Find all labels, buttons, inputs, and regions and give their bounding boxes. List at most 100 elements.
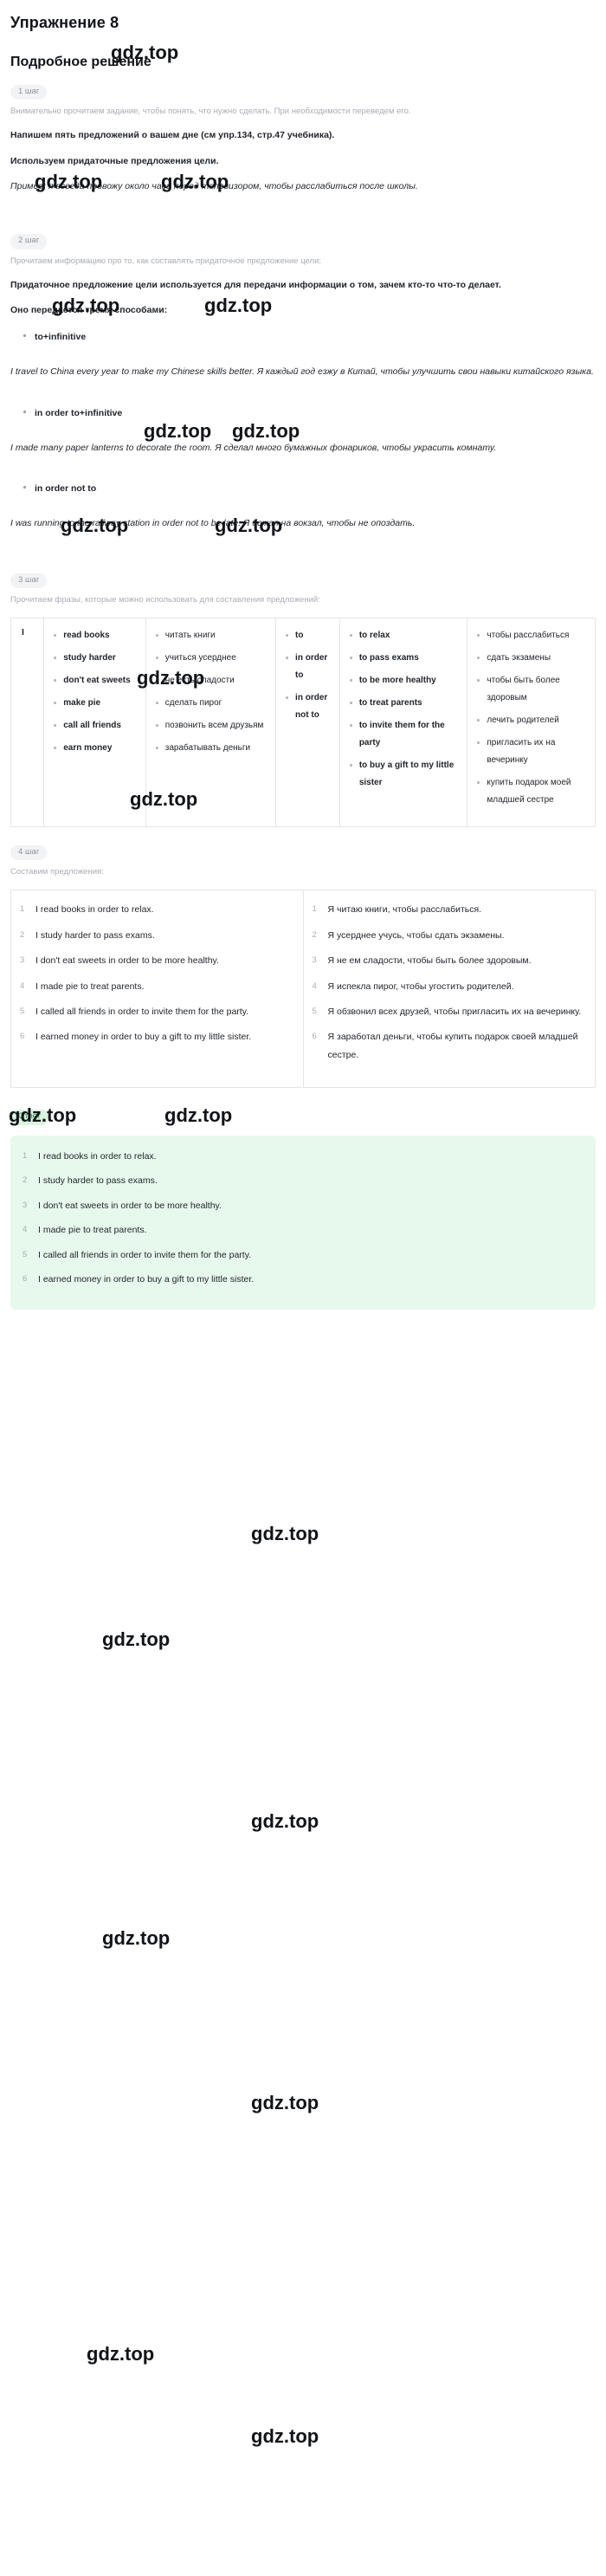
list-item: in order not to — [286, 689, 334, 724]
list-item: to buy a gift to my little sister — [349, 757, 462, 792]
list-item: Я усерднее учусь, чтобы сдать экзамены. — [313, 928, 505, 944]
list-item: to relax — [349, 627, 462, 644]
step-2-chip: 2 шаг — [10, 234, 48, 249]
answer-chip: Ответ — [10, 1110, 48, 1125]
table-row: I read books study harder don't eat swee… — [10, 618, 596, 827]
sentences-table: I read books in order to relax. I study … — [10, 890, 596, 1089]
watermark-14: gdz.top — [102, 1628, 171, 1650]
list-item: to treat parents — [349, 695, 462, 712]
list-item: make pie — [54, 695, 140, 712]
step-4-note: Составим предложения: — [10, 867, 104, 877]
list-item: I read books in order to relax. — [20, 902, 154, 918]
method-bullet-1: in order to+infinitive — [0, 381, 606, 423]
list-item: I don't eat sweets in order to be more h… — [20, 953, 219, 969]
step-1-paragraph-2: Используем придаточные предложения цели. — [10, 155, 219, 166]
step-1-paragraph-1: Напишем пять предложений о вашем дне (см… — [10, 130, 335, 141]
list-item: I study harder to pass exams. — [23, 1173, 158, 1189]
list-item: earn money — [54, 740, 140, 757]
list-item: Я испекла пирог, чтобы угостить родителе… — [313, 979, 514, 995]
step-1-note: Внимательно прочитаем задание, чтобы пон… — [10, 107, 411, 117]
answer-list: I read books in order to relax. I study … — [23, 1148, 583, 1289]
step-3-note: Прочитаем фразы, которые можно использов… — [10, 595, 320, 605]
english-purpose-cell: to relax to pass exams to be more health… — [339, 618, 468, 827]
russian-verbs-cell: читать книги учиться усерднее не есть сл… — [145, 618, 277, 827]
list-item: I don't eat sweets in order to be more h… — [23, 1198, 222, 1214]
table-row: I read books in order to relax. I study … — [10, 890, 596, 1088]
sentences-table-wrapper: I read books in order to relax. I study … — [0, 879, 606, 1089]
english-verbs-cell: read books study harder don't eat sweets… — [43, 618, 146, 827]
list-item: Я не ем сладости, чтобы быть более здоро… — [313, 953, 532, 969]
list-item: I called all friends in order to invite … — [23, 1247, 252, 1264]
step-2-paragraph-1: Придаточное предложение цели используетс… — [10, 279, 501, 290]
list-item: чтобы расслабиться — [477, 627, 590, 644]
exercise-page: Упражнение 8 Подробное решение 1 шаг Вни… — [0, 0, 606, 2447]
list-item: Я заработал деньги, чтобы купить подарок… — [313, 1029, 578, 1060]
list-item: study harder — [54, 650, 140, 667]
list-item: in order to — [286, 650, 334, 684]
step-1-chip-row: 1 шаг — [0, 70, 606, 100]
english-sentence-list: I read books in order to relax. I study … — [20, 901, 294, 1046]
watermark-15: gdz.top — [251, 1810, 319, 1832]
step-2-note: Прочитаем информацию про то, как составл… — [10, 256, 322, 266]
list-item: читать книги — [155, 627, 270, 644]
russian-verb-list: читать книги учиться усерднее не есть сл… — [152, 627, 270, 757]
russian-sentences-cell: Я читаю книги, чтобы расслабиться. Я усе… — [303, 890, 596, 1088]
russian-purpose-list: чтобы расслабиться сдать экзамены чтобы … — [473, 627, 590, 809]
watermark-17: gdz.top — [251, 2092, 319, 2113]
method-label: in order to+infinitive — [23, 404, 596, 423]
list-item: учиться усерднее — [155, 650, 270, 667]
list-item: Я обзвонил всех друзей, чтобы пригласить… — [313, 1004, 582, 1020]
russian-purpose-cell: чтобы расслабиться сдать экзамены чтобы … — [467, 618, 596, 826]
watermark-16: gdz.top — [102, 1927, 171, 1949]
russian-sentence-list: Я читаю книги, чтобы расслабиться. Я усе… — [313, 901, 587, 1064]
watermark-13: gdz.top — [251, 1523, 319, 1544]
list-item: Я читаю книги, чтобы расслабиться. — [313, 902, 482, 918]
english-sentences-cell: I read books in order to relax. I study … — [10, 890, 304, 1088]
list-item: не есть сладости — [155, 672, 270, 689]
list-item: read books — [54, 627, 140, 644]
list-item: пригласить их на вечеринку — [477, 735, 590, 769]
connector-list: to in order to in order not to — [281, 627, 334, 724]
list-item: лечить родителей — [477, 712, 590, 729]
page-title: Упражнение 8 — [10, 14, 119, 31]
list-item: to pass exams — [349, 650, 462, 667]
step-2-chip-row: 2 шаг — [0, 195, 606, 249]
method-label: in order not to — [23, 479, 596, 498]
step-1-example: Пример: я всегда провожу около часа пере… — [10, 181, 418, 191]
list-item: call all friends — [54, 717, 140, 735]
watermark-18: gdz.top — [87, 2343, 155, 2365]
list-item: I study harder to pass exams. — [20, 928, 155, 944]
list-item: купить подарок моей младшей сестре — [477, 774, 590, 809]
list-item: чтобы быть более здоровым — [477, 672, 590, 707]
list-item: сдать экзамены — [477, 650, 590, 667]
method-bullet-0: to+infinitive — [0, 319, 606, 346]
method-label: to+infinitive — [23, 327, 596, 346]
list-item: to be more healthy — [349, 672, 462, 689]
subject-label: I — [22, 626, 24, 638]
method-example-2: I was running to the railway station in … — [10, 518, 416, 529]
connector-cell: to in order to in order not to — [275, 618, 340, 827]
step-2-paragraph-2: Оно передается тремя способами: — [10, 305, 168, 315]
phrase-table: I read books study harder don't eat swee… — [10, 617, 596, 827]
list-item: to invite them for the party — [349, 717, 462, 752]
list-item: I read books in order to relax. — [23, 1149, 157, 1165]
step-3-chip-row: 3 шаг — [0, 533, 606, 589]
list-item: I made pie to treat parents. — [23, 1222, 147, 1239]
step-4-chip-row: 4 шаг — [0, 827, 606, 861]
list-item: I called all friends in order to invite … — [20, 1004, 249, 1020]
list-item: I made pie to treat parents. — [20, 979, 145, 995]
method-bullet-2: in order not to — [0, 456, 606, 498]
answer-box: I read books in order to relax. I study … — [10, 1135, 596, 1310]
step-4-chip: 4 шаг — [10, 845, 48, 861]
phrase-table-wrapper: I read books study harder don't eat swee… — [0, 607, 606, 827]
step-3-chip: 3 шаг — [10, 573, 48, 589]
solution-heading: Подробное решение — [10, 55, 152, 69]
list-item: I earned money in order to buy a gift to… — [23, 1272, 255, 1288]
subject-cell: I — [10, 618, 45, 827]
list-item: don't eat sweets — [54, 672, 140, 689]
list-item: сделать пирог — [155, 695, 270, 712]
english-purpose-list: to relax to pass exams to be more health… — [345, 627, 462, 792]
method-example-1: I made many paper lanterns to decorate t… — [10, 442, 497, 453]
step-1-chip: 1 шаг — [10, 85, 48, 100]
watermark-19: gdz.top — [251, 2425, 319, 2447]
